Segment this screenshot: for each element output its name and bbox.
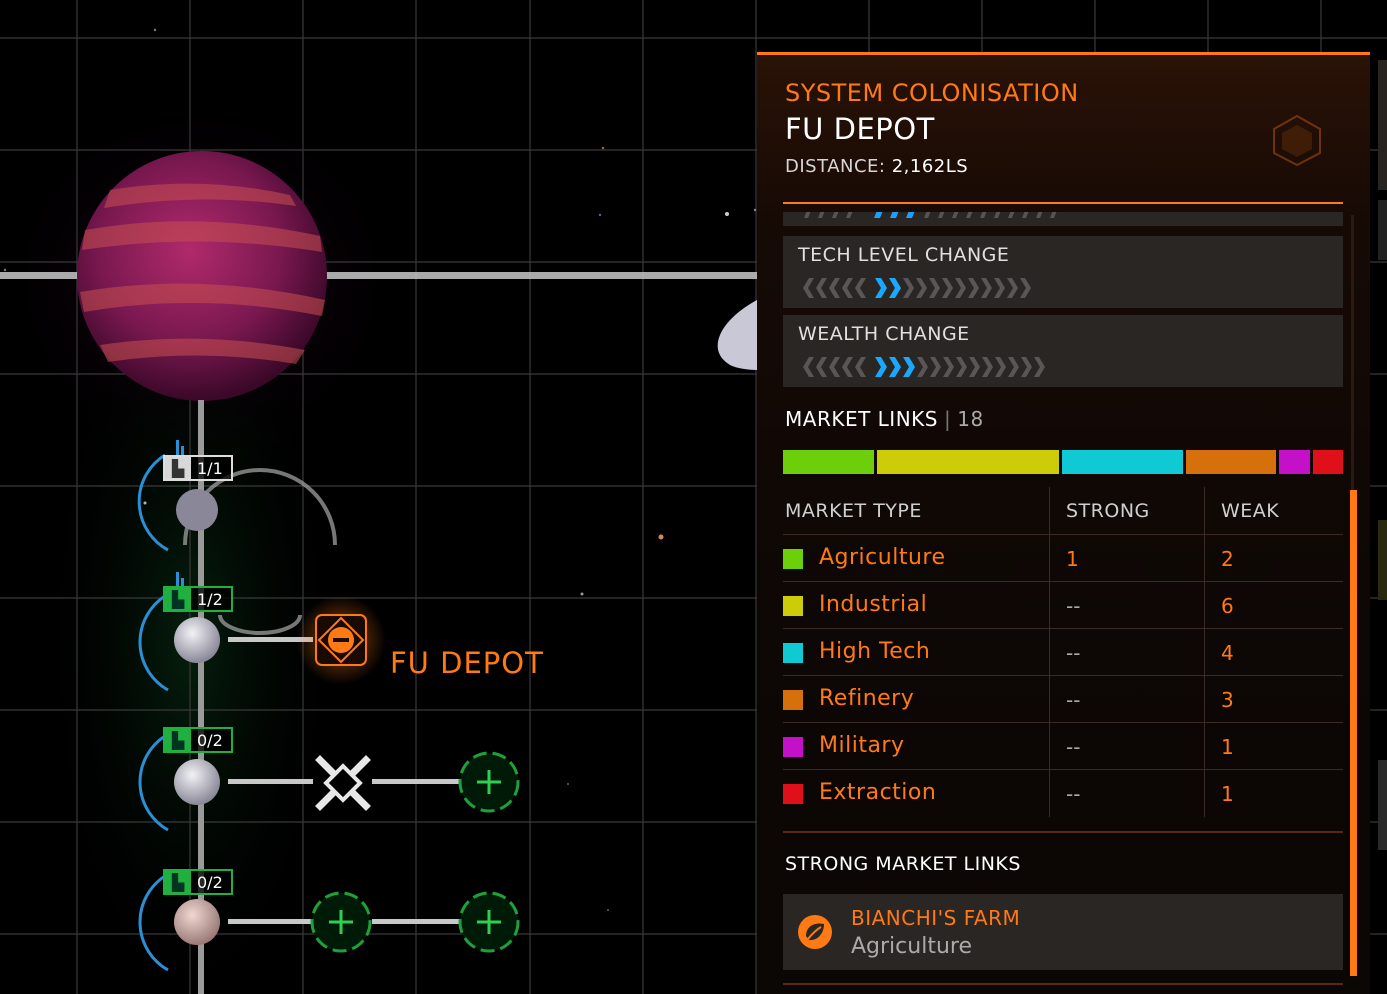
weak-count: 3: [1221, 688, 1234, 712]
weak-count: 4: [1221, 641, 1234, 665]
add-slot-plus-icon[interactable]: [458, 891, 520, 953]
strong-count: --: [1066, 594, 1081, 618]
market-color-swatch: [783, 549, 803, 569]
station-emblem-icon: [1273, 114, 1321, 167]
column-header-weak: WEAK: [1221, 500, 1280, 522]
table-row: Industrial -- 6: [783, 582, 1343, 629]
market-color-swatch: [783, 784, 803, 804]
leaf-icon: [798, 915, 832, 949]
weak-count: 1: [1221, 735, 1234, 759]
header-divider: [783, 202, 1343, 204]
market-color-swatch: [783, 737, 803, 757]
fu-depot-station-icon[interactable]: [296, 595, 386, 685]
weak-count: 1: [1221, 782, 1234, 806]
market-bar-segment: [876, 450, 1059, 474]
strong-market-links-heading: STRONG MARKET LINKS: [785, 853, 1021, 875]
table-header-row: MARKET TYPE STRONG WEAK: [783, 487, 1343, 535]
building-icon: ▙: [165, 871, 191, 893]
building-icon: ▙: [165, 588, 191, 610]
weak-count: 2: [1221, 547, 1234, 571]
distance-label: DISTANCE:: [785, 156, 886, 177]
section-divider: [783, 831, 1343, 833]
market-links-bar: [783, 450, 1343, 474]
strong-count: --: [1066, 735, 1081, 759]
distance-value: 2,162LS: [891, 156, 969, 177]
market-type-name: Refinery: [819, 686, 915, 711]
section-divider: [783, 983, 1343, 985]
system-colonisation-panel: SYSTEM COLONISATION FU DEPOT DISTANCE: 2…: [757, 52, 1370, 994]
linked-station-name: BIANCHI'S FARM: [851, 906, 1021, 930]
market-color-swatch: [783, 643, 803, 663]
panel-scrollbar-thumb[interactable]: [1350, 490, 1357, 976]
market-type-table: MARKET TYPE STRONG WEAK Agriculture 1 2 …: [783, 487, 1343, 817]
slot-count: 0/2: [197, 730, 223, 750]
tech-level-chevron-meter: [803, 278, 1031, 298]
strong-link-card[interactable]: BIANCHI'S FARM Agriculture: [783, 894, 1343, 970]
depot-map-label[interactable]: FU DEPOT: [390, 646, 544, 680]
add-slot-plus-icon[interactable]: [458, 751, 520, 813]
moon-1[interactable]: [176, 489, 218, 531]
add-slot-plus-icon[interactable]: [310, 891, 372, 953]
wealth-chevron-meter: [803, 357, 1045, 377]
column-header-strong: STRONG: [1066, 500, 1150, 522]
market-bar-segment: [1279, 450, 1310, 474]
table-row: Extraction -- 1: [783, 770, 1343, 817]
gas-giant-planet[interactable]: [77, 151, 327, 401]
slot-count-badge: ▙ 0/2: [163, 727, 233, 753]
wealth-change-card: WEALTH CHANGE: [783, 315, 1343, 387]
market-color-swatch: [783, 690, 803, 710]
card-label: TECH LEVEL CHANGE: [798, 244, 1010, 266]
market-links-label: MARKET LINKS: [785, 407, 938, 431]
slot-count: 1/2: [197, 589, 223, 609]
moon-3[interactable]: [174, 759, 220, 805]
table-row: Refinery -- 3: [783, 676, 1343, 723]
table-row: High Tech -- 4: [783, 629, 1343, 676]
slot-count-badge: ▙ 1/1: [163, 455, 233, 481]
strong-count: --: [1066, 782, 1081, 806]
table-row: Agriculture 1 2: [783, 535, 1343, 582]
panel-header: SYSTEM COLONISATION FU DEPOT DISTANCE: 2…: [785, 79, 1345, 177]
distance-readout: DISTANCE: 2,162LS: [785, 156, 1345, 177]
strong-count: 1: [1066, 547, 1079, 571]
strong-count: --: [1066, 688, 1081, 712]
panel-section-label: SYSTEM COLONISATION: [785, 79, 1079, 107]
slot-count-badge: ▙ 0/2: [163, 869, 233, 895]
panel-title: FU DEPOT: [785, 112, 935, 146]
market-type-name: High Tech: [819, 639, 931, 664]
market-type-name: Military: [819, 733, 905, 758]
market-type-name: Extraction: [819, 780, 937, 805]
tech-level-change-card: TECH LEVEL CHANGE: [783, 236, 1343, 308]
market-color-swatch: [783, 596, 803, 616]
table-row: Military -- 1: [783, 723, 1343, 770]
market-links-count: 18: [957, 407, 984, 431]
market-bar-segment: [783, 450, 874, 474]
market-bar-segment: [1312, 450, 1343, 474]
scrolled-card-remnant: [783, 212, 1343, 226]
market-links-heading: MARKET LINKS | 18: [785, 407, 984, 431]
column-header-market-type: MARKET TYPE: [785, 500, 922, 522]
slot-count: 1/1: [197, 458, 223, 478]
slot-count-badge: ▙ 1/2: [163, 586, 233, 612]
market-type-name: Agriculture: [819, 545, 946, 570]
market-type-name: Industrial: [819, 592, 928, 617]
facility-x-icon[interactable]: [315, 755, 371, 811]
moon-4[interactable]: [174, 899, 220, 945]
card-label: WEALTH CHANGE: [798, 323, 970, 345]
market-bar-segment: [1185, 450, 1277, 474]
building-icon: ▙: [165, 457, 191, 479]
linked-station-type: Agriculture: [851, 934, 972, 959]
building-icon: ▙: [165, 729, 191, 751]
weak-count: 6: [1221, 594, 1234, 618]
strong-count: --: [1066, 641, 1081, 665]
slot-count: 0/2: [197, 872, 223, 892]
moon-2[interactable]: [174, 617, 220, 663]
market-bar-segment: [1061, 450, 1183, 474]
